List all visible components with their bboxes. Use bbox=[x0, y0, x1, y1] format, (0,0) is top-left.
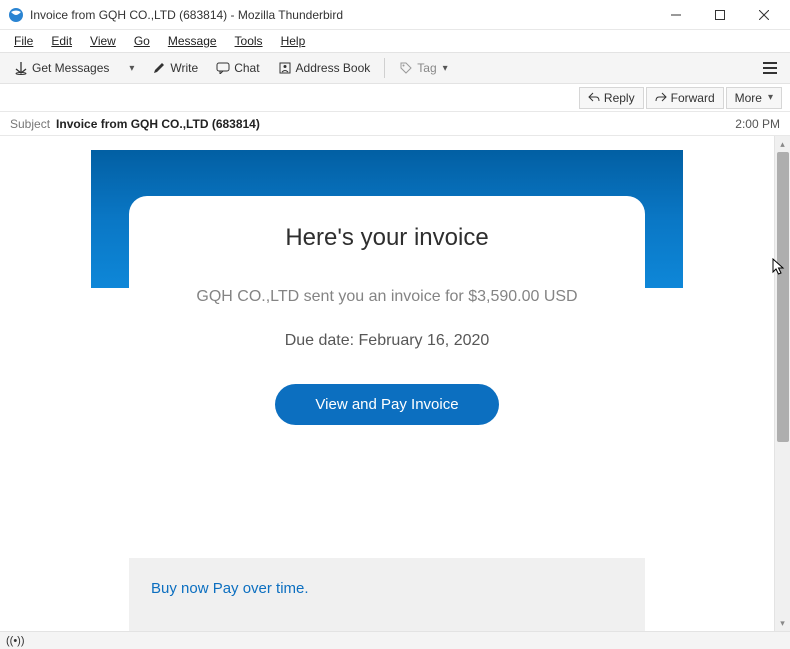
window-titlebar: Invoice from GQH CO.,LTD (683814) - Mozi… bbox=[0, 0, 790, 30]
toolbar-separator bbox=[384, 58, 385, 78]
forward-button[interactable]: Forward bbox=[646, 87, 724, 109]
menubar: File Edit View Go Message Tools Help bbox=[0, 30, 790, 52]
address-book-label: Address Book bbox=[296, 61, 371, 75]
invoice-due-date: Due date: February 16, 2020 bbox=[153, 332, 621, 350]
address-book-icon bbox=[278, 61, 292, 75]
forward-icon bbox=[655, 91, 667, 105]
chat-icon bbox=[216, 61, 230, 75]
scroll-up-button[interactable]: ▴ bbox=[775, 136, 790, 152]
more-button[interactable]: More ▾ bbox=[726, 87, 782, 109]
download-icon bbox=[14, 61, 28, 75]
write-label: Write bbox=[170, 61, 198, 75]
get-messages-dropdown[interactable]: ▾ bbox=[119, 59, 142, 78]
menu-help[interactable]: Help bbox=[273, 32, 314, 50]
minimize-button[interactable] bbox=[654, 0, 698, 30]
subject-value: Invoice from GQH CO.,LTD (683814) bbox=[56, 117, 260, 131]
menu-view[interactable]: View bbox=[82, 32, 124, 50]
subject-bar: Subject Invoice from GQH CO.,LTD (683814… bbox=[0, 112, 790, 136]
menu-edit[interactable]: Edit bbox=[43, 32, 80, 50]
email-container: Here's your invoice GQH CO.,LTD sent you… bbox=[91, 150, 683, 631]
scroll-thumb[interactable] bbox=[777, 152, 789, 442]
pencil-icon bbox=[152, 61, 166, 75]
get-messages-label: Get Messages bbox=[32, 61, 109, 75]
reply-button[interactable]: Reply bbox=[579, 87, 644, 109]
maximize-button[interactable] bbox=[698, 0, 742, 30]
promo-text[interactable]: Buy now Pay over time. bbox=[151, 580, 309, 597]
invoice-heading: Here's your invoice bbox=[153, 224, 621, 252]
main-toolbar: Get Messages ▾ Write Chat Address Book T… bbox=[0, 52, 790, 84]
statusbar: ((•)) bbox=[0, 631, 790, 649]
reply-icon bbox=[588, 91, 600, 105]
chat-label: Chat bbox=[234, 61, 259, 75]
hamburger-menu-button[interactable] bbox=[756, 54, 784, 82]
get-messages-button[interactable]: Get Messages bbox=[6, 57, 117, 79]
message-body: Here's your invoice GQH CO.,LTD sent you… bbox=[0, 136, 774, 631]
window-title: Invoice from GQH CO.,LTD (683814) - Mozi… bbox=[30, 8, 343, 22]
invoice-summary: GQH CO.,LTD sent you an invoice for $3,5… bbox=[153, 288, 621, 306]
vertical-scrollbar[interactable]: ▴ ▾ bbox=[774, 136, 790, 631]
menu-go[interactable]: Go bbox=[126, 32, 158, 50]
menu-message[interactable]: Message bbox=[160, 32, 225, 50]
tag-button[interactable]: Tag ▾ bbox=[391, 57, 455, 79]
thunderbird-icon bbox=[8, 7, 24, 23]
tag-label: Tag bbox=[417, 61, 436, 75]
tag-icon bbox=[399, 61, 413, 75]
scroll-down-button[interactable]: ▾ bbox=[775, 615, 790, 631]
promo-box: Buy now Pay over time. bbox=[129, 558, 645, 631]
close-button[interactable] bbox=[742, 0, 786, 30]
view-pay-invoice-button[interactable]: View and Pay Invoice bbox=[275, 384, 498, 425]
chat-button[interactable]: Chat bbox=[208, 57, 267, 79]
menu-tools[interactable]: Tools bbox=[227, 32, 271, 50]
message-actionbar: Reply Forward More ▾ bbox=[0, 84, 790, 112]
more-label: More bbox=[735, 91, 762, 105]
online-status-icon[interactable]: ((•)) bbox=[6, 635, 25, 647]
invoice-card: Here's your invoice GQH CO.,LTD sent you… bbox=[129, 196, 645, 425]
reply-label: Reply bbox=[604, 91, 635, 105]
menu-file[interactable]: File bbox=[6, 32, 41, 50]
hamburger-icon bbox=[763, 62, 777, 74]
forward-label: Forward bbox=[671, 91, 715, 105]
address-book-button[interactable]: Address Book bbox=[270, 57, 379, 79]
subject-label: Subject bbox=[10, 117, 50, 131]
received-time: 2:00 PM bbox=[735, 117, 780, 131]
write-button[interactable]: Write bbox=[144, 57, 206, 79]
